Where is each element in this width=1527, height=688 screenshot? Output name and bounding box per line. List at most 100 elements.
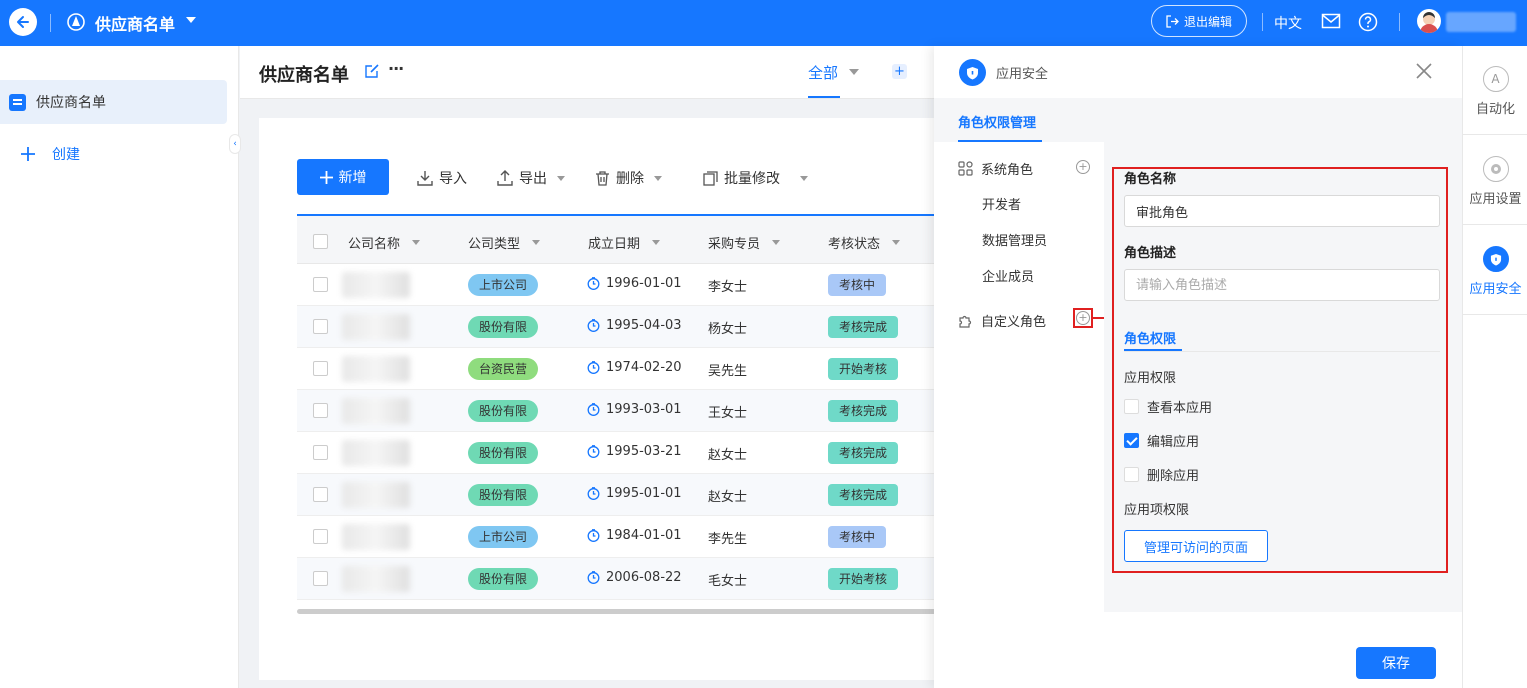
add-view-button[interactable]: + [892,64,907,79]
caret-down-icon[interactable] [185,14,197,26]
sidebar-item-label: 供应商名单 [36,95,106,111]
batch-edit-button[interactable]: 批量修改 [703,168,808,188]
plus-icon [21,147,35,161]
main-header: 供应商名单 ··· 全部 + [240,46,940,99]
rail-item-label: 应用设置 [1469,192,1522,207]
sidebar-item-supplier-list[interactable]: 供应商名单 [0,80,227,124]
collapse-sidebar-button[interactable]: ‹ [229,134,241,154]
batch-edit-icon [703,170,718,186]
user-avatar-icon [1420,12,1438,33]
export-button[interactable]: 导出 [497,168,565,188]
avatar[interactable] [1417,9,1441,33]
checkbox[interactable] [1124,467,1139,482]
more-icon[interactable]: ··· [388,59,404,78]
company-type-tag: 股份有限 [468,442,539,464]
company-name-blurred [342,566,410,592]
automation-icon: A [1482,66,1509,92]
table-row[interactable]: 台资民营 1974-02-20 吴先生 开始考核 [297,348,937,390]
caret-down-icon[interactable] [849,68,859,76]
role-data-admin[interactable]: 数据管理员 [982,230,1047,249]
batch-edit-label: 批量修改 [724,171,780,187]
company-type-tag: 台资民营 [468,358,539,380]
arrow-left-icon [17,16,29,28]
save-label: 保存 [1382,656,1410,672]
help-icon[interactable] [1358,12,1378,32]
table-row[interactable]: 上市公司 1996-01-01 李女士 考核中 [297,264,937,306]
founded-date-cell: 1993-03-01 [587,402,682,417]
role-name-input[interactable] [1124,195,1440,227]
row-checkbox[interactable] [313,529,328,544]
perm-delete-app[interactable]: 删除应用 [1124,465,1199,484]
tab-all[interactable]: 全部 [808,62,838,83]
role-member[interactable]: 企业成员 [982,266,1034,285]
back-button[interactable] [9,8,37,36]
caret-down-icon [892,240,901,245]
checkbox-checked[interactable] [1124,433,1139,448]
tab-role-permissions[interactable]: 角色权限 [1124,328,1176,347]
exit-edit-button[interactable]: 退出编辑 [1151,5,1247,37]
form-icon [9,93,26,111]
caret-down-icon [412,240,421,245]
create-button[interactable]: 创建 [20,144,80,164]
clock-icon [587,403,600,416]
row-checkbox[interactable] [313,277,328,292]
perm-view-app[interactable]: 查看本应用 [1124,397,1212,416]
trash-icon [596,170,609,186]
system-roles-group: 系统角色 [958,159,1033,178]
status-badge: 考核完成 [828,484,899,506]
app-title[interactable]: 供应商名单 [95,11,175,35]
save-button[interactable]: 保存 [1356,647,1436,679]
custom-roles-label: 自定义角色 [981,315,1047,330]
system-roles-label: 系统角色 [981,163,1034,178]
purchaser-cell: 赵女士 [708,448,748,463]
row-checkbox[interactable] [313,487,328,502]
add-record-button[interactable]: 新增 [297,159,389,195]
row-checkbox[interactable] [313,403,328,418]
company-name-blurred [342,356,410,382]
rail-item-automation[interactable]: A 自动化 [1463,66,1527,117]
horizontal-scrollbar[interactable] [297,609,937,614]
add-system-role-button[interactable]: + [1076,160,1090,174]
column-header-review-status[interactable]: 考核状态 [828,233,901,252]
table-row[interactable]: 股份有限 1993-03-01 王女士 考核完成 [297,390,937,432]
column-header-label: 采购专员 [708,237,761,252]
checkbox[interactable] [1124,399,1139,414]
select-all-checkbox[interactable] [313,234,328,249]
role-desc-input[interactable] [1124,269,1440,301]
table-row[interactable]: 股份有限 1995-04-03 杨女士 考核完成 [297,306,937,348]
column-header-purchaser[interactable]: 采购专员 [708,233,781,252]
row-checkbox[interactable] [313,361,328,376]
user-name-blurred[interactable] [1446,12,1516,32]
close-icon[interactable] [1415,62,1433,80]
column-header-company-name[interactable]: 公司名称 [348,233,421,252]
divider [1399,13,1400,31]
rail-item-app-settings[interactable]: 应用设置 [1463,156,1527,207]
clock-icon [587,529,600,542]
company-name-blurred [342,398,410,424]
table-row[interactable]: 股份有限 2006-08-22 毛女士 开始考核 [297,558,937,600]
delete-button[interactable]: 删除 [595,168,662,188]
table-row[interactable]: 上市公司 1984-01-01 李先生 考核中 [297,516,937,558]
column-header-company-type[interactable]: 公司类型 [468,233,541,252]
column-header-founded-date[interactable]: 成立日期 [588,233,661,252]
row-checkbox[interactable] [313,571,328,586]
company-type-tag: 股份有限 [468,400,539,422]
company-name-blurred [342,524,410,550]
edit-icon[interactable] [365,64,379,78]
purchaser-cell: 李先生 [708,532,748,547]
row-checkbox[interactable] [313,319,328,334]
import-button[interactable]: 导入 [417,168,467,188]
language-switch[interactable]: 中文 [1274,13,1302,33]
chevron-left-icon: ‹ [233,139,237,149]
manage-pages-button[interactable]: 管理可访问的页面 [1124,530,1268,562]
rail-item-app-security[interactable]: 应用安全 [1463,246,1527,297]
perm-edit-app[interactable]: 编辑应用 [1124,431,1199,450]
tab-role-permission[interactable]: 角色权限管理 [958,112,1036,131]
mail-icon[interactable] [1321,12,1341,30]
role-developer[interactable]: 开发者 [982,194,1021,213]
plus-icon: + [894,64,905,79]
row-checkbox[interactable] [313,445,328,460]
table-row[interactable]: 股份有限 1995-01-01 赵女士 考核完成 [297,474,937,516]
roles-list [934,142,1104,688]
table-row[interactable]: 股份有限 1995-03-21 赵女士 考核完成 [297,432,937,474]
